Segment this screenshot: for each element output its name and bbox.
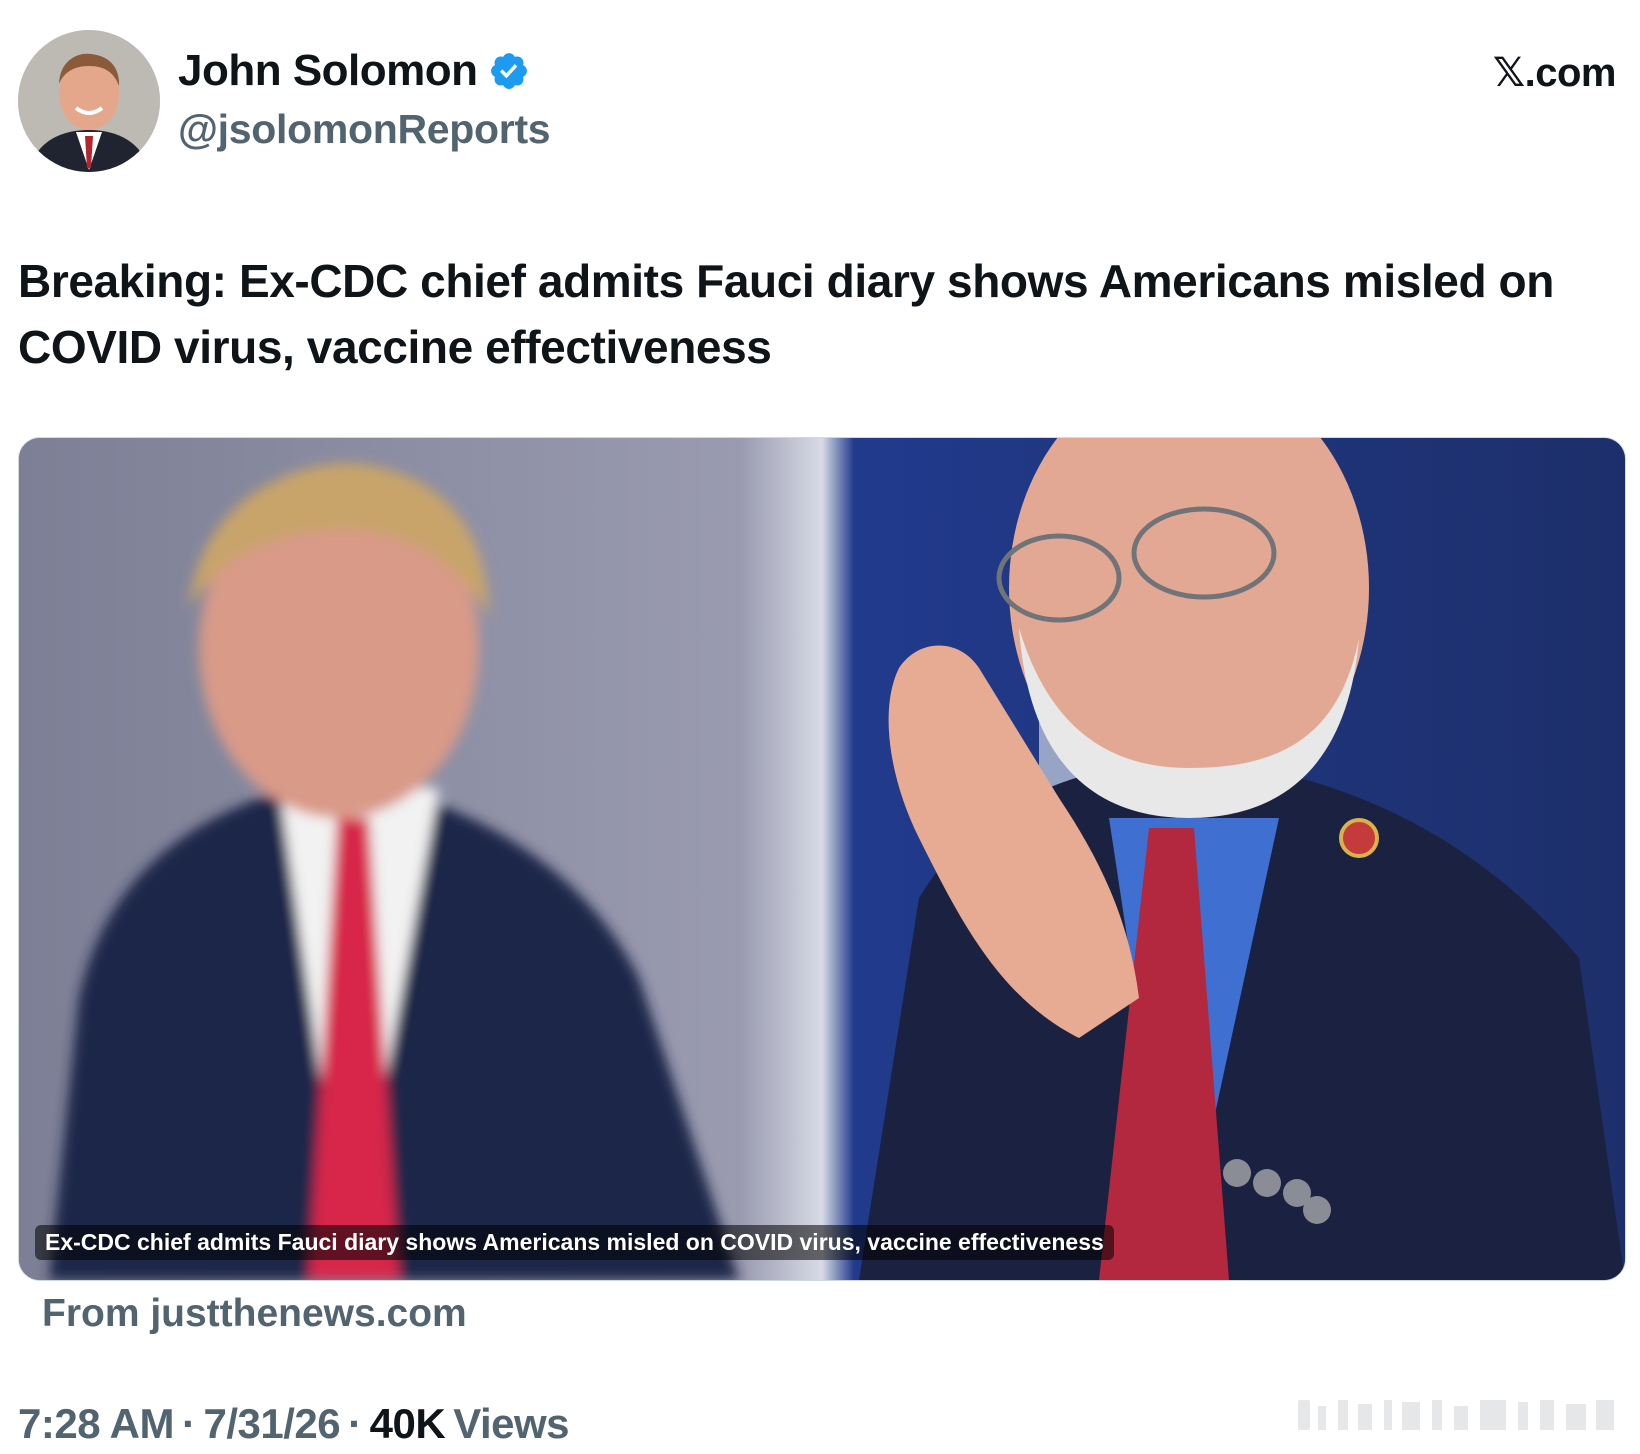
author-display-name-row[interactable]: John Solomon <box>178 46 530 96</box>
verified-badge-icon <box>488 50 530 92</box>
card-caption: Ex-CDC chief admits Fauci diary shows Am… <box>35 1225 1114 1260</box>
link-preview-card[interactable]: Ex-CDC chief admits Fauci diary shows Am… <box>18 437 1626 1281</box>
views-count: 40K <box>369 1400 446 1447</box>
meta-separator: · <box>348 1400 362 1447</box>
profile-avatar[interactable] <box>18 30 160 172</box>
tweet-time[interactable]: 7:28 AM <box>18 1400 175 1448</box>
meta-separator: · <box>182 1400 196 1447</box>
watermark-logo <box>1298 1400 1614 1430</box>
author-handle[interactable]: @jsolomonReports <box>178 106 551 153</box>
tweet-meta: 7:28 AM · 7/31/26 · 40K Views <box>18 1400 570 1448</box>
card-photo <box>19 438 1625 1280</box>
author-display-name[interactable]: John Solomon <box>178 46 478 96</box>
card-source-link[interactable]: From justthenews.com <box>42 1292 467 1336</box>
tweet-text: Breaking: Ex-CDC chief admits Fauci diar… <box>18 255 1554 373</box>
views-label: Views <box>453 1400 570 1447</box>
x-brand-label: 𝕏.com <box>1492 51 1617 95</box>
tweet-date[interactable]: 7/31/26 <box>204 1400 341 1448</box>
